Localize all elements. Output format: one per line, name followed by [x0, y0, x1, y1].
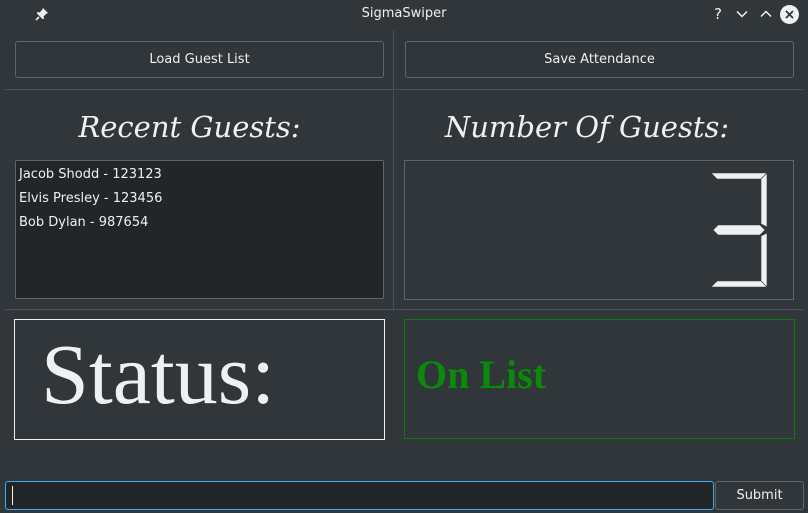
load-guest-list-button[interactable]: Load Guest List	[15, 41, 384, 78]
vertical-divider-top	[393, 30, 394, 309]
list-item[interactable]: Bob Dylan - 987654	[16, 213, 383, 237]
status-result-box: On List	[404, 319, 795, 439]
number-of-guests-heading: Number Of Guests:	[444, 110, 730, 144]
lcd-segment-c	[760, 232, 768, 288]
save-attendance-button[interactable]: Save Attendance	[405, 41, 794, 78]
lcd-segment-g	[712, 224, 766, 236]
lcd-segment-a	[710, 172, 768, 180]
recent-guests-heading: Recent Guests:	[78, 110, 301, 144]
submit-button[interactable]: Submit	[715, 481, 804, 510]
close-icon	[785, 10, 794, 19]
guest-count-display	[404, 160, 794, 300]
swipe-input[interactable]	[5, 481, 714, 510]
text-caret	[12, 486, 13, 505]
lcd-segment-b	[760, 172, 768, 228]
help-button[interactable]: ?	[708, 4, 728, 24]
recent-guests-list[interactable]: Jacob Shodd - 123123 Elvis Presley - 123…	[15, 160, 384, 299]
window-title: SigmaSwiper	[361, 6, 447, 21]
title-bar[interactable]: SigmaSwiper ?	[0, 0, 808, 29]
lcd-segment-d	[710, 280, 768, 288]
list-item[interactable]: Elvis Presley - 123456	[16, 189, 383, 213]
horizontal-divider-middle	[5, 309, 803, 310]
status-label: Status:	[41, 326, 276, 422]
chevron-down-icon	[736, 10, 748, 18]
status-result: On List	[416, 352, 547, 397]
horizontal-divider-top	[5, 89, 803, 90]
guest-count-digit	[710, 172, 768, 288]
close-button[interactable]	[780, 5, 799, 24]
chevron-up-icon	[760, 10, 772, 18]
list-item[interactable]: Jacob Shodd - 123123	[16, 165, 383, 189]
status-label-box: Status:	[14, 319, 385, 440]
main-window: SigmaSwiper ? Load Guest List Save Atten…	[0, 0, 808, 513]
maximize-button[interactable]	[756, 4, 776, 24]
minimize-button[interactable]	[732, 4, 752, 24]
